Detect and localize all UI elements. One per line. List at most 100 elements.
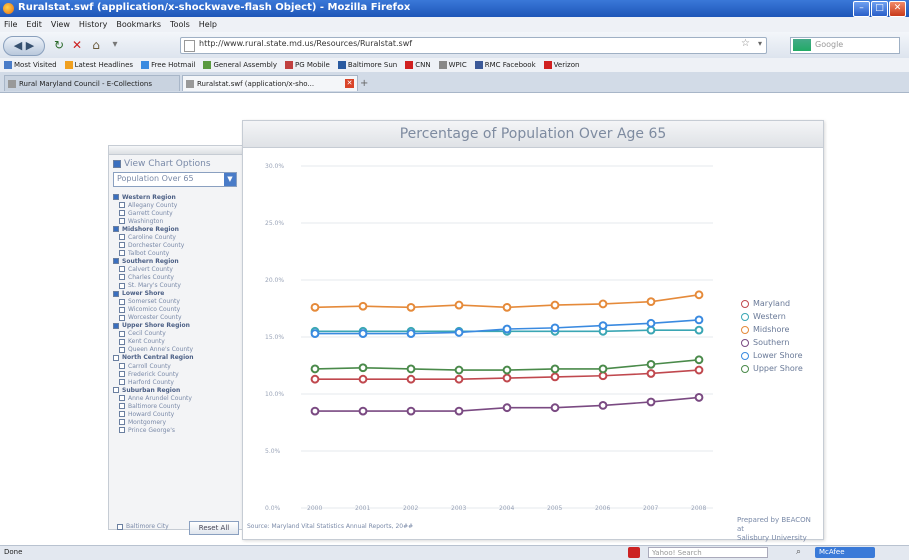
checkbox[interactable] <box>119 250 125 257</box>
checkbox[interactable] <box>119 427 125 434</box>
tree-county-item[interactable]: Prince George's <box>113 426 243 434</box>
home-icon[interactable]: ⌂ <box>88 36 104 54</box>
checkbox[interactable] <box>113 387 119 394</box>
bookmark-item[interactable]: PG Mobile <box>285 58 330 72</box>
back-button[interactable]: ◀ ▶ <box>3 36 45 56</box>
checkbox[interactable] <box>113 290 119 297</box>
tree-county-item[interactable]: Garrett County <box>113 209 243 217</box>
tree-county-item[interactable]: Baltimore County <box>113 402 243 410</box>
tree-county-item[interactable]: Harford County <box>113 378 243 386</box>
legend-item[interactable]: Maryland <box>741 297 803 310</box>
minimize-button[interactable]: – <box>853 1 870 17</box>
tree-county-item[interactable]: Howard County <box>113 410 243 418</box>
bookmark-item[interactable]: Most Visited <box>4 58 57 72</box>
tree-region-item[interactable]: Western Region <box>113 193 243 201</box>
tree-county-item[interactable]: Dorchester County <box>113 241 243 249</box>
tree-region-item[interactable]: Suburban Region <box>113 386 243 394</box>
url-bar[interactable]: http://www.rural.state.md.us/Resources/R… <box>180 37 767 54</box>
legend-item[interactable]: Upper Shore <box>741 362 803 375</box>
view-chart-options-checkbox[interactable] <box>113 160 121 168</box>
tab-e-collections[interactable]: Rural Maryland Council - E-Collections <box>4 75 180 91</box>
tree-item-baltimore-city[interactable]: Baltimore City <box>117 523 169 530</box>
checkbox[interactable] <box>113 354 119 361</box>
yahoo-icon[interactable] <box>628 547 640 558</box>
status-search-input[interactable]: Yahoo! Search <box>648 547 768 558</box>
stop-icon[interactable]: ✕ <box>70 36 84 54</box>
checkbox[interactable] <box>119 282 125 289</box>
checkbox[interactable] <box>119 234 125 241</box>
tree-county-item[interactable]: Worcester County <box>113 314 243 322</box>
tree-county-item[interactable]: St. Mary's County <box>113 282 243 290</box>
maximize-button[interactable]: □ <box>871 1 888 17</box>
search-box[interactable]: Google <box>790 37 900 54</box>
checkbox[interactable] <box>113 258 119 265</box>
checkbox[interactable] <box>119 306 125 313</box>
bookmark-item[interactable]: General Assembly <box>203 58 277 72</box>
checkbox[interactable] <box>119 379 125 386</box>
checkbox[interactable] <box>119 330 125 337</box>
bookmark-item[interactable]: Free Hotmail <box>141 58 195 72</box>
checkbox[interactable] <box>119 266 125 273</box>
checkbox[interactable] <box>119 242 125 249</box>
menu-edit[interactable]: Edit <box>26 17 42 32</box>
menu-bookmarks[interactable]: Bookmarks <box>116 17 161 32</box>
menu-view[interactable]: View <box>51 17 70 32</box>
menu-history[interactable]: History <box>79 17 107 32</box>
tree-county-item[interactable]: Frederick County <box>113 370 243 378</box>
search-icon[interactable]: ⌕ <box>796 547 801 557</box>
menu-help[interactable]: Help <box>199 17 217 32</box>
tree-county-item[interactable]: Charles County <box>113 273 243 281</box>
tree-county-item[interactable]: Talbot County <box>113 249 243 257</box>
legend-item[interactable]: Lower Shore <box>741 349 803 362</box>
tree-county-item[interactable]: Wicomico County <box>113 306 243 314</box>
checkbox[interactable] <box>117 523 123 530</box>
checkbox[interactable] <box>119 202 125 209</box>
tree-county-item[interactable]: Kent County <box>113 338 243 346</box>
view-chart-options[interactable]: View Chart Options <box>113 159 243 169</box>
checkbox[interactable] <box>119 371 125 378</box>
chevron-down-icon[interactable]: ▼ <box>224 173 236 186</box>
checkbox[interactable] <box>119 338 125 345</box>
url-dropdown-icon[interactable]: ▾ <box>758 39 762 48</box>
tree-county-item[interactable]: Caroline County <box>113 233 243 241</box>
reload-icon[interactable]: ↻ <box>52 36 66 54</box>
checkbox[interactable] <box>119 411 125 418</box>
bookmark-item[interactable]: Baltimore Sun <box>337 58 397 72</box>
bookmark-item[interactable]: RMC Facebook <box>474 58 536 72</box>
tree-county-item[interactable]: Carroll County <box>113 362 243 370</box>
tree-region-item[interactable]: Lower Shore <box>113 290 243 298</box>
bookmark-item[interactable]: CNN <box>405 58 431 72</box>
checkbox[interactable] <box>119 274 125 281</box>
checkbox[interactable] <box>113 322 119 329</box>
legend-item[interactable]: Midshore <box>741 323 803 336</box>
bookmark-item[interactable]: Verizon <box>543 58 579 72</box>
tree-county-item[interactable]: Queen Anne's County <box>113 346 243 354</box>
bookmark-item[interactable]: Latest Headlines <box>64 58 133 72</box>
checkbox[interactable] <box>119 314 125 321</box>
menu-file[interactable]: File <box>4 17 17 32</box>
bookmark-item[interactable]: WPIC <box>438 58 467 72</box>
mcafee-button[interactable]: McAfee <box>815 547 875 558</box>
checkbox[interactable] <box>119 210 125 217</box>
tree-county-item[interactable]: Anne Arundel County <box>113 394 243 402</box>
legend-item[interactable]: Southern <box>741 336 803 349</box>
checkbox[interactable] <box>119 419 125 426</box>
tree-county-item[interactable]: Washington <box>113 217 243 225</box>
checkbox[interactable] <box>119 395 125 402</box>
checkbox[interactable] <box>119 403 125 410</box>
checkbox[interactable] <box>113 194 119 201</box>
close-tab-icon[interactable]: ✕ <box>345 79 354 88</box>
google-icon[interactable] <box>793 39 811 51</box>
tree-county-item[interactable]: Somerset County <box>113 298 243 306</box>
dropdown-icon[interactable]: ▾ <box>108 36 122 54</box>
checkbox[interactable] <box>119 363 125 369</box>
close-window-button[interactable]: ✕ <box>889 1 906 17</box>
metric-select[interactable]: Population Over 65 ▼ <box>113 172 237 187</box>
reset-all-button[interactable]: Reset All <box>189 521 239 535</box>
tree-county-item[interactable]: Cecil County <box>113 330 243 338</box>
tab-ruralstat[interactable]: Ruralstat.swf (application/x-sho... ✕ <box>182 75 358 91</box>
tree-county-item[interactable]: Calvert County <box>113 265 243 273</box>
checkbox[interactable] <box>119 298 125 305</box>
checkbox[interactable] <box>119 346 125 353</box>
checkbox[interactable] <box>113 226 119 233</box>
